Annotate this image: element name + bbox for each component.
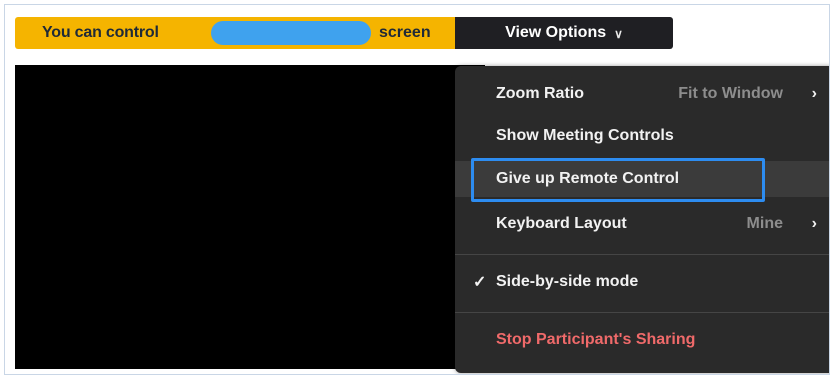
menu-item-give-up-remote-control[interactable]: Give up Remote Control <box>455 161 829 197</box>
remote-control-banner: You can control screen <box>15 17 455 49</box>
banner-prefix-text: You can control <box>42 24 159 41</box>
menu-item-side-by-side-mode[interactable]: ✓ Side-by-side mode <box>455 264 829 300</box>
menu-item-zoom-ratio[interactable]: Zoom Ratio Fit to Window › <box>455 76 829 112</box>
menu-divider <box>455 312 829 313</box>
menu-item-label: Show Meeting Controls <box>496 127 674 144</box>
banner-suffix-text: screen <box>379 24 431 41</box>
menu-item-keyboard-layout[interactable]: Keyboard Layout Mine › <box>455 206 829 242</box>
menu-item-label: Stop Participant's Sharing <box>496 331 696 348</box>
checkmark-icon: ✓ <box>473 274 487 291</box>
menu-item-label: Side-by-side mode <box>496 273 639 290</box>
menu-item-stop-participant-sharing[interactable]: Stop Participant's Sharing <box>455 322 829 358</box>
redacted-name <box>211 21 371 45</box>
view-options-label: View Options <box>505 24 607 41</box>
chevron-right-icon: › <box>811 215 817 232</box>
menu-item-value: Mine <box>746 215 783 232</box>
view-options-button[interactable]: View Options ∨ <box>455 17 673 49</box>
menu-item-label: Give up Remote Control <box>496 170 680 187</box>
view-options-menu: Zoom Ratio Fit to Window › Show Meeting … <box>455 66 829 373</box>
chevron-right-icon: › <box>811 85 817 102</box>
menu-divider <box>455 254 829 255</box>
menu-item-show-meeting-controls[interactable]: Show Meeting Controls <box>455 118 829 154</box>
chevron-down-icon: ∨ <box>614 27 623 41</box>
shared-screen-area[interactable] <box>15 65 485 369</box>
menu-item-label: Keyboard Layout <box>496 215 627 232</box>
menu-item-label: Zoom Ratio <box>496 85 584 102</box>
zoom-meeting-window: You can control screen View Options ∨ Zo… <box>4 4 830 375</box>
menu-item-value: Fit to Window <box>678 85 783 102</box>
